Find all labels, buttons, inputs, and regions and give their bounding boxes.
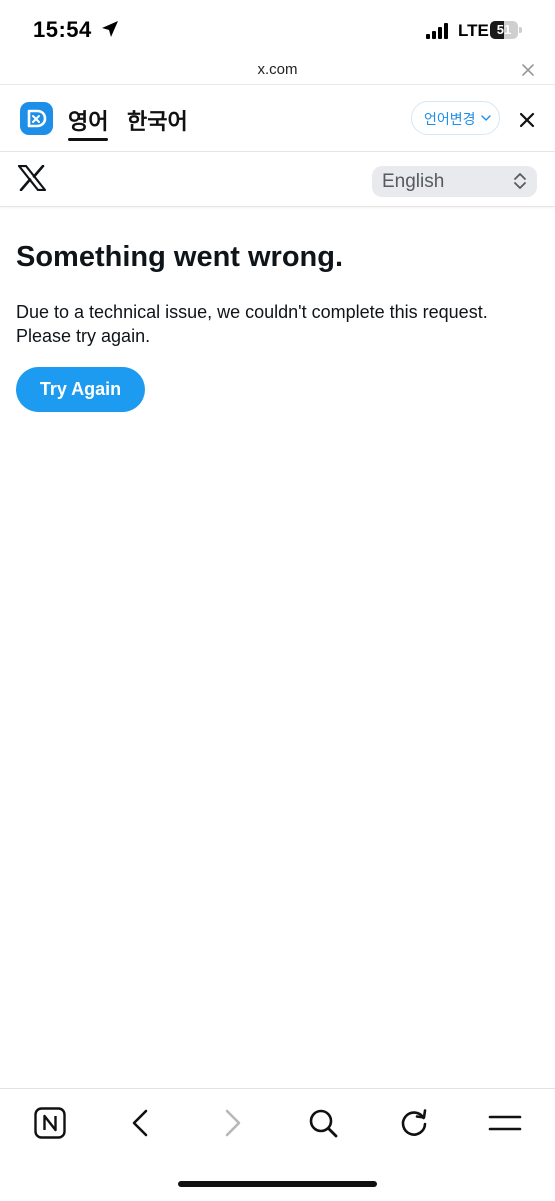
- error-message: Due to a technical issue, we couldn't co…: [16, 302, 488, 346]
- site-header: English: [0, 152, 555, 207]
- menu-icon: [488, 1115, 522, 1131]
- home-indicator: [178, 1181, 377, 1187]
- tab-korean[interactable]: 한국어: [127, 104, 188, 136]
- signal-bars-icon: [426, 23, 448, 39]
- change-language-button[interactable]: 언어변경: [411, 101, 500, 135]
- active-tab-underline: [68, 138, 108, 141]
- back-arrow-icon: [132, 1109, 148, 1137]
- search-icon: [309, 1109, 338, 1138]
- battery-icon: 51: [490, 21, 518, 39]
- url-bar[interactable]: x.com: [0, 56, 555, 85]
- url-text[interactable]: x.com: [0, 61, 555, 78]
- status-time: 15:54: [33, 17, 92, 42]
- refresh-button[interactable]: [396, 1105, 432, 1141]
- translate-bar: 영어 한국어 언어변경: [0, 85, 555, 152]
- search-button[interactable]: [305, 1105, 341, 1141]
- menu-button[interactable]: [487, 1105, 523, 1141]
- network-type: LTE: [458, 21, 489, 40]
- back-button[interactable]: [123, 1105, 159, 1141]
- language-select-value: English: [382, 171, 445, 192]
- try-again-button[interactable]: Try Again: [16, 367, 145, 412]
- language-select[interactable]: English: [372, 166, 537, 197]
- error-title: Something went wrong.: [16, 241, 344, 273]
- location-arrow-icon: [102, 21, 118, 37]
- forward-arrow-icon: [225, 1109, 241, 1137]
- close-icon[interactable]: [518, 60, 538, 80]
- forward-button[interactable]: [214, 1105, 250, 1141]
- naver-home-button[interactable]: [32, 1105, 68, 1141]
- tab-english[interactable]: 영어: [68, 104, 108, 136]
- naver-home-icon: [34, 1107, 66, 1139]
- battery-nub: [519, 27, 522, 33]
- select-arrows-icon: [514, 173, 526, 189]
- close-translate-icon[interactable]: [518, 111, 536, 129]
- battery-percent: 51: [496, 22, 512, 37]
- x-logo[interactable]: [18, 165, 46, 191]
- status-bar: 15:54 LTE 51: [0, 0, 555, 56]
- chevron-down-icon: [481, 115, 491, 121]
- refresh-icon: [401, 1109, 427, 1136]
- papago-icon: [20, 102, 53, 135]
- change-language-label: 언어변경: [424, 112, 476, 128]
